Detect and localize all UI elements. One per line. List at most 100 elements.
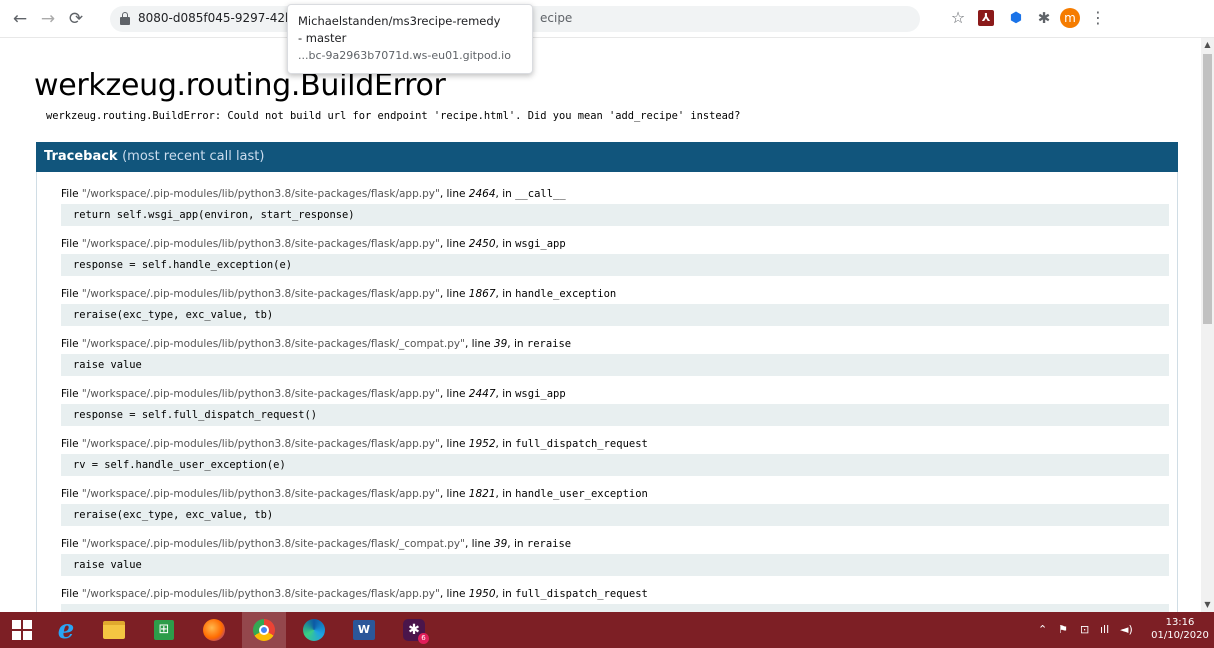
in-label: , in xyxy=(495,188,516,200)
frame-function: wsgi_app xyxy=(515,388,566,400)
frame-source-line[interactable]: raise value xyxy=(61,554,1169,576)
url-text-end: ecipe xyxy=(540,11,573,25)
frame-filename[interactable]: "/workspace/.pip-modules/lib/python3.8/s… xyxy=(82,288,440,300)
scrollbar-thumb[interactable] xyxy=(1203,54,1212,324)
frame-source-line[interactable]: return self.wsgi_app(environ, start_resp… xyxy=(61,204,1169,226)
page-scrollbar[interactable]: ▲ ▼ xyxy=(1201,38,1214,612)
tooltip-title-line2: - master xyxy=(298,31,347,45)
frame-line-number: 39 xyxy=(493,538,508,550)
reload-icon[interactable]: ⟳ xyxy=(66,9,86,29)
frame-source-line[interactable]: response = self.handle_exception(e) xyxy=(61,254,1169,276)
back-arrow-icon[interactable]: ← xyxy=(10,9,30,29)
frame-filename[interactable]: "/workspace/.pip-modules/lib/python3.8/s… xyxy=(82,438,440,450)
signal-icon[interactable]: ıll xyxy=(1100,612,1109,648)
line-label: , line xyxy=(439,188,469,200)
line-label: , line xyxy=(439,438,469,450)
windows-taskbar: e ⊞ W ✱ 6 ⌃ ⚑ ⊡ ıll ◄) 13:16 01/10/2020 xyxy=(0,612,1214,648)
frame-location: File "/workspace/.pip-modules/lib/python… xyxy=(61,334,1169,354)
network-icon[interactable]: ⊡ xyxy=(1080,612,1089,648)
tooltip-title-line1: Michaelstanden/ms3recipe-remedy xyxy=(298,14,501,28)
slack-icon[interactable]: ✱ 6 xyxy=(392,612,436,648)
frame-function: __call__ xyxy=(515,188,566,200)
line-label: , line xyxy=(464,338,494,350)
frame-source-line[interactable]: response = self.full_dispatch_request() xyxy=(61,404,1169,426)
chrome-icon[interactable] xyxy=(242,612,286,648)
word-icon[interactable]: W xyxy=(342,612,386,648)
edge-icon[interactable] xyxy=(292,612,336,648)
file-label: File xyxy=(61,338,82,350)
frame-filename[interactable]: "/workspace/.pip-modules/lib/python3.8/s… xyxy=(82,588,440,600)
puzzle-icon[interactable]: ✱ xyxy=(1034,8,1054,28)
file-label: File xyxy=(61,238,82,250)
frame-filename[interactable]: "/workspace/.pip-modules/lib/python3.8/s… xyxy=(82,238,440,250)
tray-app-icon[interactable]: ⚑ xyxy=(1058,612,1068,648)
tooltip-url: ...bc-9a2963b7071d.ws-eu01.gitpod.io xyxy=(298,49,511,62)
menu-dots-icon[interactable]: ⋮ xyxy=(1088,8,1108,28)
line-label: , line xyxy=(439,588,469,600)
frame-function: full_dispatch_request xyxy=(515,588,648,600)
frame-filename[interactable]: "/workspace/.pip-modules/lib/python3.8/s… xyxy=(82,538,465,550)
tab-tooltip: Michaelstanden/ms3recipe-remedy - master… xyxy=(287,4,533,74)
in-label: , in xyxy=(495,488,516,500)
line-label: , line xyxy=(439,288,469,300)
frame-line-number: 1952 xyxy=(468,438,496,450)
scroll-up-arrow-icon[interactable]: ▲ xyxy=(1201,38,1214,52)
frame-function: reraise xyxy=(526,338,572,350)
file-label: File xyxy=(61,488,82,500)
traceback-header[interactable]: Traceback (most recent call last) xyxy=(36,142,1178,172)
frame-line-number: 2450 xyxy=(468,238,496,250)
frame-function: wsgi_app xyxy=(515,238,566,250)
firefox-icon[interactable] xyxy=(192,612,236,648)
in-label: , in xyxy=(507,338,527,350)
file-label: File xyxy=(61,438,82,450)
windows-start-icon[interactable] xyxy=(0,612,44,648)
frame-line-number: 1821 xyxy=(468,488,496,500)
traceback-frame: File "/workspace/.pip-modules/lib/python… xyxy=(61,384,1169,426)
lock-icon xyxy=(120,12,130,25)
system-clock[interactable]: 13:16 01/10/2020 xyxy=(1150,616,1210,642)
forward-arrow-icon[interactable]: → xyxy=(38,9,58,29)
scroll-down-arrow-icon[interactable]: ▼ xyxy=(1201,598,1214,612)
frame-line-number: 2447 xyxy=(468,388,496,400)
frame-location: File "/workspace/.pip-modules/lib/python… xyxy=(61,284,1169,304)
frame-source-line[interactable]: raise value xyxy=(61,354,1169,376)
traceback-frame: File "/workspace/.pip-modules/lib/python… xyxy=(61,484,1169,526)
traceback-frame: File "/workspace/.pip-modules/lib/python… xyxy=(61,584,1169,612)
traceback-frames: File "/workspace/.pip-modules/lib/python… xyxy=(36,172,1178,612)
acrobat-icon[interactable]: ⅄ xyxy=(978,10,994,26)
frame-filename[interactable]: "/workspace/.pip-modules/lib/python3.8/s… xyxy=(82,388,440,400)
file-label: File xyxy=(61,588,82,600)
store-icon[interactable]: ⊞ xyxy=(142,612,186,648)
traceback-frame: File "/workspace/.pip-modules/lib/python… xyxy=(61,534,1169,576)
traceback-frame: File "/workspace/.pip-modules/lib/python… xyxy=(61,184,1169,226)
frame-location: File "/workspace/.pip-modules/lib/python… xyxy=(61,184,1169,204)
frame-filename[interactable]: "/workspace/.pip-modules/lib/python3.8/s… xyxy=(82,188,440,200)
clock-date: 01/10/2020 xyxy=(1151,630,1209,641)
extension-icon[interactable]: ⬢ xyxy=(1006,8,1026,28)
tray-chevron-icon[interactable]: ⌃ xyxy=(1038,612,1047,648)
frame-filename[interactable]: "/workspace/.pip-modules/lib/python3.8/s… xyxy=(82,338,465,350)
profile-avatar[interactable]: m xyxy=(1060,8,1080,28)
frame-source-line[interactable]: rv = self.handle_user_exception(e) xyxy=(61,454,1169,476)
file-explorer-icon[interactable] xyxy=(92,612,136,648)
error-message: werkzeug.routing.BuildError: Could not b… xyxy=(46,110,741,122)
slack-badge: 6 xyxy=(418,633,429,644)
in-label: , in xyxy=(495,388,516,400)
frame-location: File "/workspace/.pip-modules/lib/python… xyxy=(61,234,1169,254)
frame-filename[interactable]: "/workspace/.pip-modules/lib/python3.8/s… xyxy=(82,488,440,500)
volume-icon[interactable]: ◄) xyxy=(1120,612,1133,648)
frame-source-line[interactable] xyxy=(61,604,1169,612)
traceback-frame: File "/workspace/.pip-modules/lib/python… xyxy=(61,334,1169,376)
internet-explorer-icon[interactable]: e xyxy=(44,612,88,648)
frame-line-number: 39 xyxy=(493,338,508,350)
frame-line-number: 2464 xyxy=(468,188,496,200)
traceback-frame: File "/workspace/.pip-modules/lib/python… xyxy=(61,284,1169,326)
frame-source-line[interactable]: reraise(exc_type, exc_value, tb) xyxy=(61,304,1169,326)
frame-source-line[interactable]: reraise(exc_type, exc_value, tb) xyxy=(61,504,1169,526)
traceback-frame: File "/workspace/.pip-modules/lib/python… xyxy=(61,434,1169,476)
line-label: , line xyxy=(439,388,469,400)
star-icon[interactable]: ☆ xyxy=(948,8,968,28)
file-label: File xyxy=(61,288,82,300)
traceback-title: Traceback xyxy=(44,149,118,164)
frame-location: File "/workspace/.pip-modules/lib/python… xyxy=(61,434,1169,454)
